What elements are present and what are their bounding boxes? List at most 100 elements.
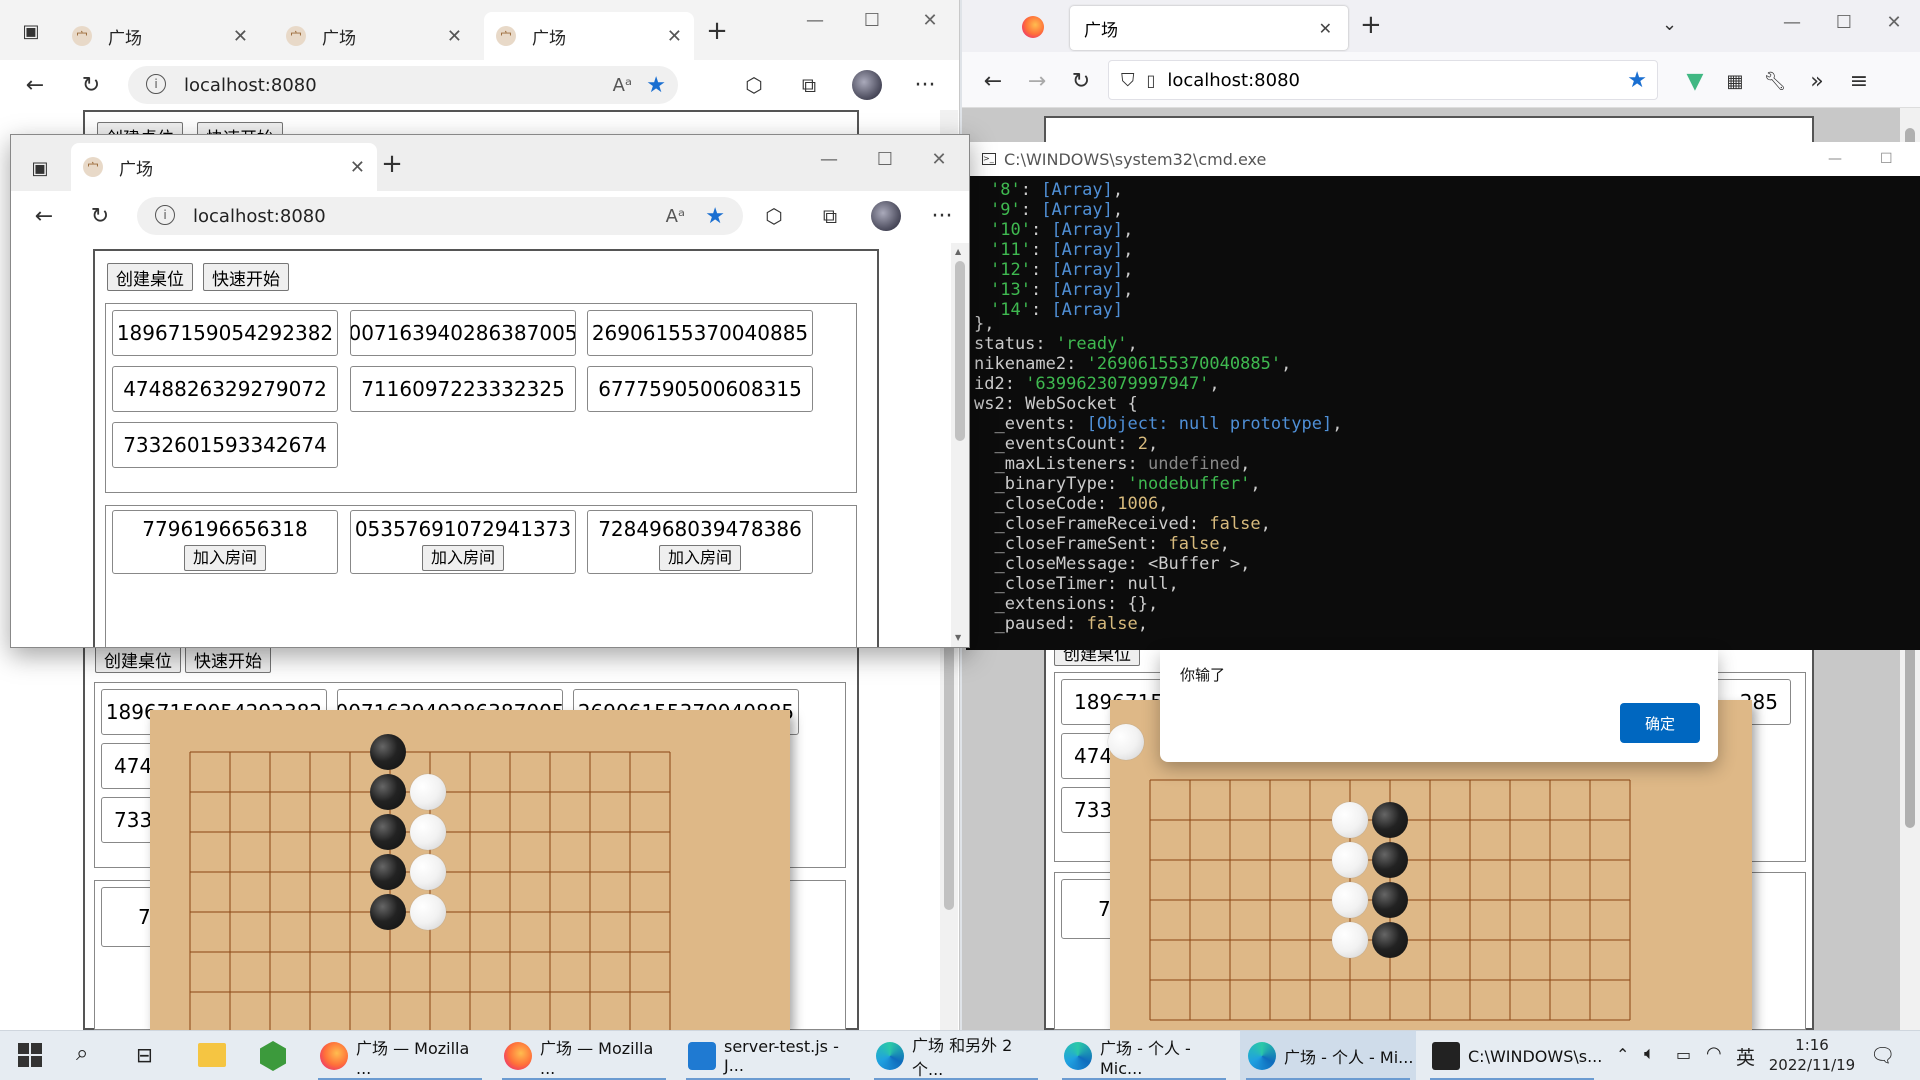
address-bar[interactable]: i localhost:8080 Aᵃ ★ (128, 66, 678, 104)
player-card[interactable]: 26906155370040885 (587, 310, 813, 356)
nodejs-icon[interactable] (260, 1041, 286, 1071)
task-view-icon[interactable]: ⊟ (136, 1043, 153, 1067)
tab-active[interactable]: 广场 ✕ (1070, 6, 1348, 50)
start-button[interactable] (18, 1043, 42, 1067)
white-stone (1332, 802, 1368, 838)
bookmark-star-icon[interactable]: ★ (1627, 68, 1647, 93)
favorite-star-icon[interactable]: ★ (705, 204, 725, 229)
refresh-icon[interactable]: ↻ (1064, 64, 1098, 98)
player-card[interactable]: 7332601593342674 (112, 422, 338, 468)
quick-start-button[interactable]: 快速开始 (185, 645, 271, 673)
favorite-star-icon[interactable]: ★ (646, 73, 666, 98)
new-tab-icon[interactable]: + (1360, 10, 1382, 40)
chevron-up-icon[interactable]: ⌃ (1616, 1045, 1629, 1064)
create-table-button[interactable]: 创建桌位 (107, 263, 193, 291)
maximize-icon[interactable]: ☐ (1880, 151, 1893, 167)
refresh-icon[interactable]: ↻ (83, 199, 117, 233)
close-icon[interactable]: ✕ (447, 26, 462, 47)
back-icon[interactable]: ← (976, 64, 1010, 98)
app-label: 广场 和另外 2 个... (912, 1036, 1013, 1079)
close-icon[interactable]: ✕ (350, 157, 365, 178)
player-card[interactable]: 4748826329279072 (112, 366, 338, 412)
tab-1[interactable]: 宀 广场 ✕ (60, 12, 260, 60)
taskbar-app-firefox-2[interactable]: 广场 — Mozilla ... (496, 1031, 672, 1080)
tab-2[interactable]: 宀 广场 ✕ (274, 12, 474, 60)
minimize-icon[interactable]: — (1772, 12, 1812, 33)
player-card[interactable]: 7116097223332325 (350, 366, 576, 412)
new-tab-icon[interactable]: + (375, 147, 409, 181)
menu-icon[interactable]: ≡ (1842, 64, 1876, 98)
collections-icon[interactable]: ⧉ (792, 68, 826, 102)
close-window-icon[interactable]: ✕ (919, 149, 959, 170)
tab-actions-icon[interactable]: ▣ (14, 14, 48, 48)
qr-code-icon[interactable]: ▦ (1718, 64, 1752, 98)
player-card[interactable]: 18967159054292382 (112, 310, 338, 356)
more-icon[interactable]: ··· (925, 199, 959, 233)
tab-3[interactable]: 宀 广场 ✕ (484, 12, 694, 60)
quick-start-button[interactable]: 快速开始 (203, 263, 289, 291)
back-icon[interactable]: ← (27, 199, 61, 233)
tab-actions-icon[interactable]: ▣ (23, 151, 57, 185)
taskbar-app-edge-1[interactable]: 广场 和另外 2 个... (868, 1031, 1044, 1080)
shield-icon: ⛉ (1121, 69, 1135, 91)
ime-indicator[interactable]: 英 (1736, 1043, 1755, 1070)
create-table-button[interactable]: 创建桌位 (95, 645, 181, 673)
battery-icon[interactable]: ▭ (1676, 1045, 1691, 1064)
taskbar-app-vscode[interactable]: server-test.js - J... (680, 1031, 856, 1080)
search-icon[interactable]: ⌕ (76, 1041, 88, 1066)
maximize-icon[interactable]: ☐ (865, 149, 905, 170)
close-icon[interactable]: ✕ (667, 26, 682, 47)
close-window-icon[interactable]: ✕ (1874, 12, 1914, 33)
minimize-icon[interactable]: — (795, 10, 835, 31)
taskbar-app-edge-2[interactable]: 广场 - 个人 - Mic... (1056, 1031, 1232, 1080)
profile-avatar[interactable] (850, 68, 884, 102)
tab-bar: ▣ 宀 广场 ✕ + — ☐ ✕ (11, 135, 969, 191)
extensions-icon[interactable]: ⬡ (737, 68, 771, 102)
wrench-icon[interactable]: 🔧︎ (1758, 64, 1792, 98)
more-icon[interactable]: ··· (908, 68, 942, 102)
taskbar-app-edge-3[interactable]: 广场 - 个人 - Mi... (1240, 1031, 1416, 1080)
refresh-icon[interactable]: ↻ (74, 68, 108, 102)
black-stone (370, 734, 406, 770)
volume-icon[interactable]: 🔈︎ (1644, 1043, 1655, 1064)
forward-icon[interactable]: → (1020, 64, 1054, 98)
close-window-icon[interactable]: ✕ (910, 10, 950, 31)
new-tab-icon[interactable]: + (700, 14, 734, 48)
maximize-icon[interactable]: ☐ (1824, 12, 1864, 33)
notification-icon[interactable]: 🗨︎ (1870, 1043, 1895, 1067)
go-board-left[interactable] (150, 710, 790, 1030)
wifi-icon[interactable]: ◠ (1706, 1043, 1722, 1064)
collections-icon[interactable]: ⧉ (813, 199, 847, 233)
scrollbar[interactable]: ▲ ▼ (951, 243, 969, 647)
overflow-icon[interactable]: » (1800, 64, 1834, 98)
list-tabs-icon[interactable]: ⌄ (1662, 14, 1677, 35)
back-icon[interactable]: ← (18, 68, 52, 102)
profile-avatar[interactable] (869, 199, 903, 233)
address-bar[interactable]: i localhost:8080 Aᵃ ★ (137, 197, 743, 235)
player-card[interactable]: 6777590500608315 (587, 366, 813, 412)
read-aloud-icon[interactable]: Aᵃ (666, 206, 685, 227)
maximize-icon[interactable]: ☐ (852, 10, 892, 31)
scrollbar-thumb[interactable] (955, 261, 965, 441)
join-room-button[interactable]: 加入房间 (658, 545, 741, 571)
taskbar-app-cmd[interactable]: C:\WINDOWS\s... (1424, 1031, 1602, 1080)
close-icon[interactable]: ✕ (233, 26, 248, 47)
clock[interactable]: 1:16 2022/11/19 (1762, 1035, 1862, 1075)
tab-active[interactable]: 宀 广场 ✕ (71, 143, 377, 191)
board-grid (189, 751, 671, 1030)
join-room-button[interactable]: 加入房间 (421, 545, 504, 571)
minimize-icon[interactable]: — (1828, 151, 1842, 167)
file-explorer-icon[interactable] (198, 1043, 226, 1067)
join-room-button[interactable]: 加入房间 (183, 545, 266, 571)
extensions-icon[interactable]: ⬡ (757, 199, 791, 233)
vue-devtools-icon[interactable]: ▼ (1678, 64, 1712, 98)
ok-button[interactable]: 确定 (1620, 703, 1700, 743)
minimize-icon[interactable]: — (809, 149, 849, 170)
scroll-down-icon[interactable]: ▼ (955, 633, 961, 642)
address-bar[interactable]: ⛉ ▯ localhost:8080 ★ (1108, 60, 1658, 100)
player-card[interactable]: 007163940286387005 (350, 310, 576, 356)
read-aloud-icon[interactable]: Aᵃ (613, 75, 632, 96)
taskbar-app-firefox-1[interactable]: 广场 — Mozilla ... (312, 1031, 488, 1080)
scroll-up-icon[interactable]: ▲ (955, 247, 961, 256)
close-icon[interactable]: ✕ (1319, 19, 1332, 38)
